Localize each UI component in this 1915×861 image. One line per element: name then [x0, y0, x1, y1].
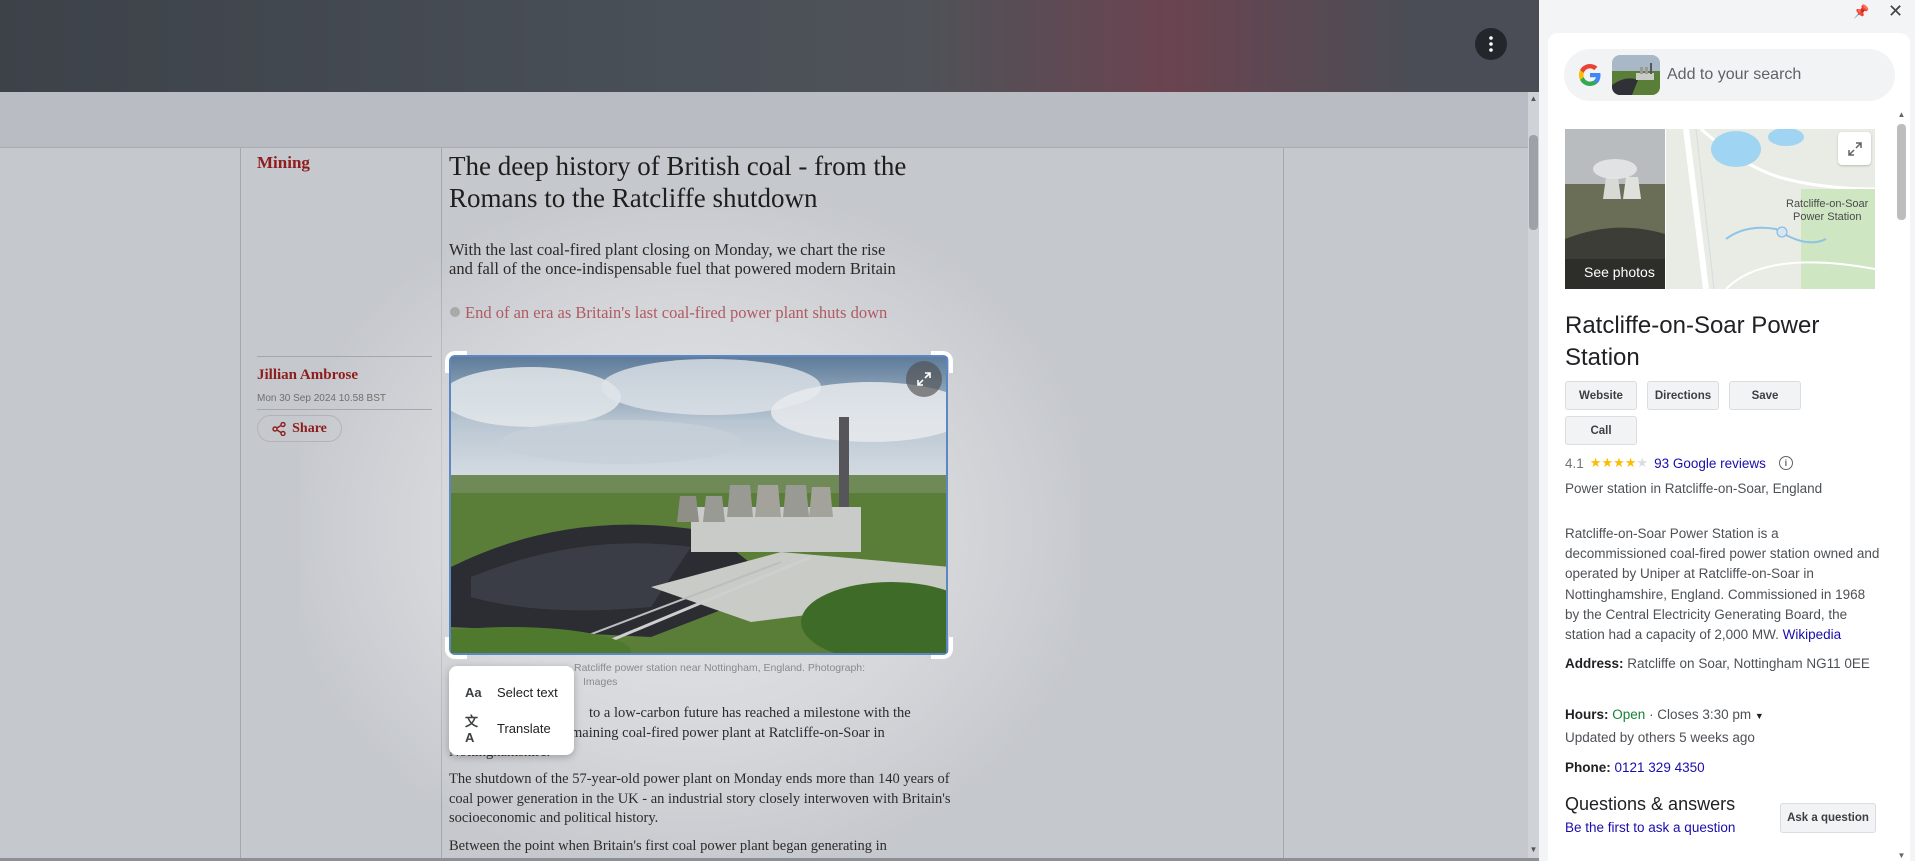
related-article-text[interactable]: End of an era as Britain's last coal-fir… [465, 303, 887, 322]
rating-stars: ★★★★★ [1590, 455, 1648, 471]
expand-icon [1847, 141, 1862, 156]
star-icon: ★ [1601, 455, 1614, 470]
ask-question-button[interactable]: Ask a question [1780, 803, 1876, 833]
author-name[interactable]: Jillian Ambrose [257, 367, 358, 384]
date-divider [257, 409, 432, 410]
address-value: Ratcliffe on Soar, Nottingham NG11 0EE [1627, 656, 1870, 671]
more-options-button[interactable] [1475, 28, 1507, 60]
select-text-button[interactable]: Aa Select text [449, 674, 574, 710]
article-paragraph: Between the point when Britain's first c… [449, 838, 887, 854]
page-scrollbar-thumb[interactable] [1529, 135, 1538, 230]
screen: Mining The deep history of British coal … [0, 0, 1915, 861]
rating-row: 4.1 ★★★★★ 93 Google reviews i [1565, 455, 1793, 471]
panel-scrollbar-thumb[interactable] [1897, 124, 1906, 220]
selection-corner[interactable] [931, 351, 953, 373]
browser-top-bar [0, 0, 1539, 92]
bullet-dot [450, 307, 460, 317]
phone-row: Phone: 0121 329 4350 [1565, 758, 1875, 779]
selection-corner[interactable] [931, 637, 953, 659]
google-logo [1579, 64, 1601, 86]
related-article-link[interactable]: End of an era as Britain's last coal-fir… [449, 303, 889, 322]
search-box[interactable]: Add to your search [1564, 49, 1895, 101]
scroll-down-arrow[interactable]: ▼ [1528, 845, 1539, 854]
see-photos-label[interactable]: See photos [1584, 264, 1655, 280]
more-vert-icon [1489, 36, 1493, 52]
rating-value: 4.1 [1565, 455, 1584, 471]
hours-label: Hours: [1565, 707, 1609, 722]
column-divider [1283, 148, 1284, 858]
place-title: Ratcliffe-on-Soar Power Station [1565, 312, 1820, 371]
place-category: Power station in Ratcliffe-on-Soar, Engl… [1565, 481, 1823, 496]
article-main-image[interactable] [449, 355, 948, 655]
directions-button[interactable]: Directions [1647, 381, 1719, 410]
publish-date: Mon 30 Sep 2024 10.58 BST [257, 393, 386, 404]
map-place-label: Ratcliffe-on-Soar [1786, 198, 1869, 210]
description-text: Ratcliffe-on-Soar Power Station is a dec… [1565, 526, 1880, 643]
qa-heading: Questions & answers [1565, 794, 1736, 814]
section-label[interactable]: Mining [257, 153, 310, 173]
translate-icon: 文A [465, 714, 479, 745]
panel-scroll-down-arrow[interactable]: ▼ [1897, 851, 1906, 860]
article-standfirst: With the last coal-fired plant closing o… [449, 240, 896, 278]
selection-corner[interactable] [445, 351, 467, 373]
site-nav-band [0, 92, 1528, 148]
chevron-down-icon[interactable]: ▼ [1755, 711, 1764, 721]
star-icon: ★ [1624, 455, 1637, 470]
selected-image-thumbnail[interactable] [1612, 55, 1660, 95]
place-description: Ratcliffe-on-Soar Power Station is a dec… [1565, 524, 1883, 645]
address-label: Address: [1565, 656, 1624, 671]
selection-corner[interactable] [445, 637, 467, 659]
reviews-link[interactable]: 93 Google reviews [1654, 456, 1766, 471]
star-icon: ★ [1636, 455, 1649, 470]
hours-closes: · Closes 3:30 pm [1649, 707, 1752, 722]
address-row: Address: Ratcliffe on Soar, Nottingham N… [1565, 654, 1875, 675]
translate-button[interactable]: 文A Translate [449, 710, 574, 746]
first-question-link[interactable]: Be the first to ask a question [1565, 820, 1735, 835]
star-icon: ★ [1613, 455, 1625, 470]
call-button[interactable]: Call [1565, 416, 1637, 445]
phone-label: Phone: [1565, 760, 1611, 775]
power-station-photo [451, 357, 946, 653]
info-icon[interactable]: i [1778, 456, 1793, 470]
select-text-icon: Aa [465, 684, 482, 700]
author-divider [257, 356, 432, 357]
select-text-label: Select text [497, 684, 558, 700]
panel-scroll-up-arrow[interactable]: ▲ [1897, 110, 1906, 119]
search-placeholder: Add to your search [1667, 66, 1802, 83]
lens-action-menu: Aa Select text 文A Translate [449, 666, 574, 755]
share-button[interactable]: Share [257, 415, 342, 442]
share-label: Share [292, 420, 327, 436]
phone-link[interactable]: 0121 329 4350 [1615, 760, 1705, 775]
close-icon: ✕ [1888, 1, 1904, 21]
pin-icon: 📌 [1853, 4, 1870, 19]
map-place-label: Power Station [1793, 211, 1861, 223]
article-page: Mining The deep history of British coal … [0, 0, 1539, 861]
scroll-up-arrow[interactable]: ▲ [1528, 94, 1539, 103]
close-panel-button[interactable]: ✕ [1888, 1, 1903, 22]
website-button[interactable]: Website [1565, 381, 1637, 410]
star-icon: ★ [1589, 455, 1602, 470]
hours-status: Open [1612, 707, 1646, 722]
hours-row[interactable]: Hours: Open · Closes 3:30 pm ▼ [1565, 705, 1875, 727]
column-divider [240, 148, 241, 858]
wikipedia-link[interactable]: Wikipedia [1783, 627, 1842, 642]
save-button[interactable]: Save [1729, 381, 1801, 410]
pin-button[interactable]: 📌 [1853, 4, 1869, 20]
map-expand-button[interactable] [1838, 132, 1871, 165]
expand-icon [917, 372, 931, 386]
share-icon [272, 421, 286, 436]
translate-label: Translate [497, 720, 551, 736]
hours-updated-note: Updated by others 5 weeks ago [1565, 730, 1755, 745]
article-paragraph: The shutdown of the 57-year-old power pl… [449, 771, 951, 826]
article-headline: The deep history of British coal - from … [449, 151, 907, 213]
